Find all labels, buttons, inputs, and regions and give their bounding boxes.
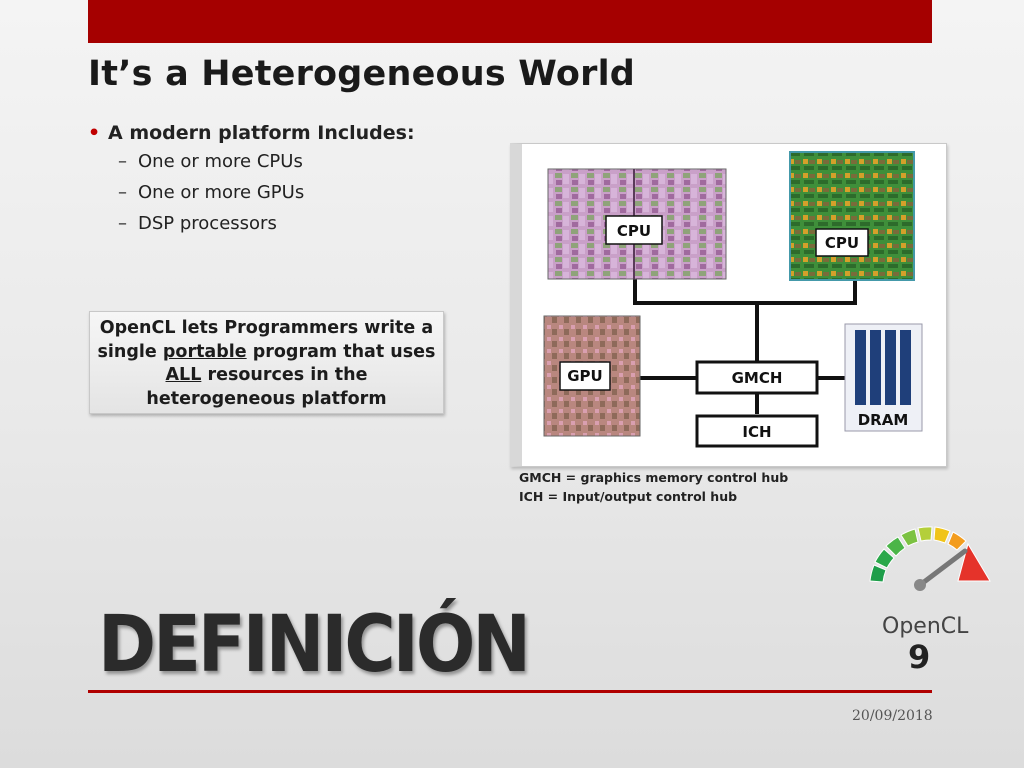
dash-icon: – — [118, 213, 127, 234]
platform-diagram: CPU CPU GPU GMCH ICH DRAM — [510, 143, 947, 467]
ich-box: ICH — [695, 414, 819, 448]
slide-date: 20/09/2018 — [852, 708, 933, 724]
callout-underlined-text: portable — [162, 341, 247, 362]
cpu-right-label: CPU — [825, 234, 859, 252]
slide-title: It’s a Heterogeneous World — [88, 54, 636, 94]
diagram-legend: GMCH = graphics memory control hub ICH =… — [519, 468, 788, 506]
cpu-die-left: CPU — [547, 168, 727, 280]
callout-line: ALL resources in the — [90, 364, 443, 388]
top-accent-bar — [88, 0, 932, 43]
bottom-rule — [88, 690, 932, 693]
legend-line: ICH = Input/output control hub — [519, 489, 738, 504]
ich-label: ICH — [742, 423, 771, 441]
bullet-sub-text: One or more GPUs — [138, 182, 305, 203]
callout-box: OpenCL lets Programmers write a single p… — [89, 311, 444, 414]
page-number: 9 — [908, 638, 931, 676]
bullet-main-text: A modern platform Includes: — [108, 122, 415, 144]
dram-label: DRAM — [858, 411, 909, 429]
gmch-box: GMCH — [695, 360, 819, 395]
platform-diagram-svg: CPU CPU GPU GMCH ICH DRAM — [543, 151, 923, 448]
dash-icon: – — [118, 151, 127, 172]
bullet-sub: – DSP processors — [88, 208, 415, 239]
bullet-list: • A modern platform Includes: – One or mo… — [88, 120, 415, 239]
callout-text: program that uses — [246, 341, 436, 362]
callout-line: OpenCL lets Programmers write a — [99, 318, 434, 338]
bullet-dot-icon: • — [88, 122, 101, 144]
opencl-gauge-logo-icon — [862, 515, 997, 595]
dram-module: DRAM — [844, 323, 923, 432]
gmch-label: GMCH — [732, 369, 783, 387]
callout-line: single portable program that uses — [90, 341, 443, 365]
bullet-main: • A modern platform Includes: — [88, 120, 415, 146]
dash-icon: – — [118, 182, 127, 203]
gpu-die: GPU — [543, 315, 641, 437]
callout-line: heterogeneous platform — [146, 388, 387, 409]
callout-text: resources in the — [201, 365, 368, 385]
brand-label: OpenCL — [882, 614, 969, 639]
callout-text: single — [97, 341, 163, 362]
cpu-left-label: CPU — [617, 222, 651, 240]
cpu-die-right: CPU — [789, 151, 915, 281]
callout-underlined-text: ALL — [165, 365, 202, 385]
legend-line: GMCH = graphics memory control hub — [519, 470, 789, 485]
section-heading: DEFINICIÓN — [98, 598, 531, 690]
bullet-sub-text: One or more CPUs — [138, 151, 303, 172]
gpu-label: GPU — [567, 367, 603, 385]
bullet-sub: – One or more GPUs — [88, 177, 415, 208]
bullet-sub-text: DSP processors — [138, 213, 277, 234]
bullet-sub: – One or more CPUs — [88, 146, 415, 177]
